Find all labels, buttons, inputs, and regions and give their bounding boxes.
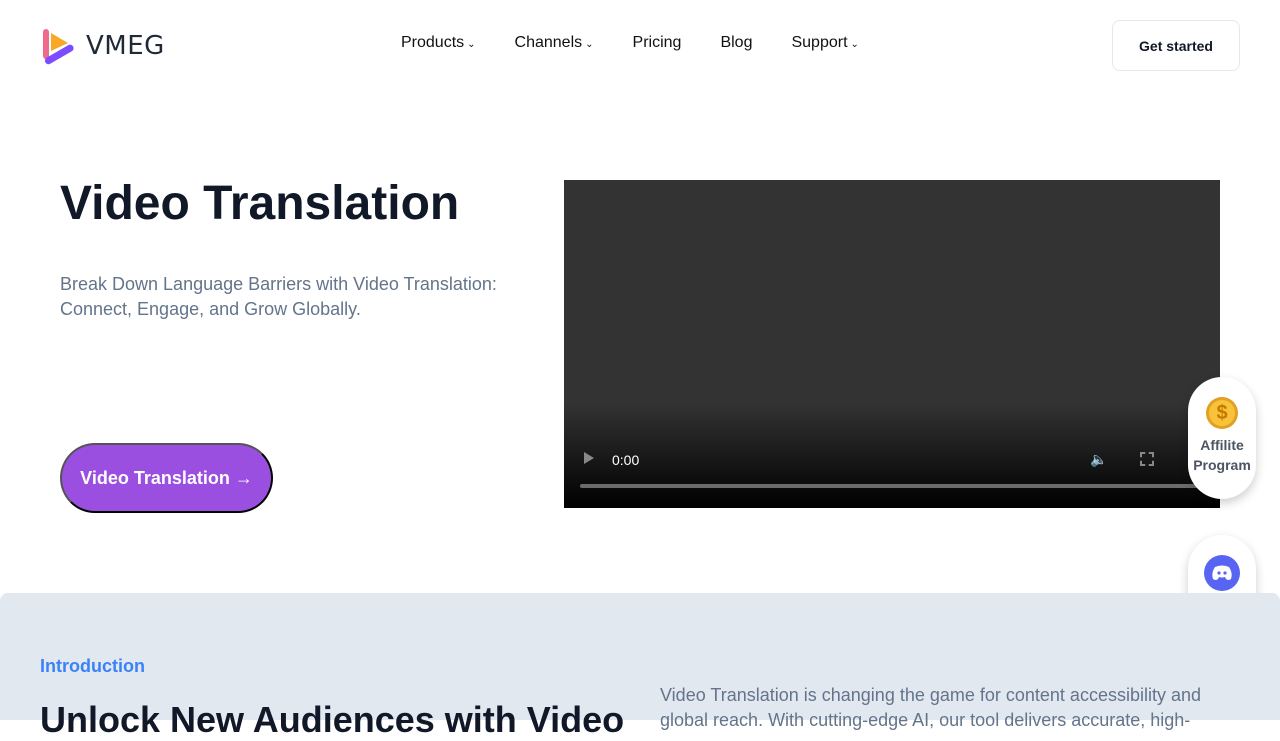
logo-text: VMEG <box>86 31 165 61</box>
affiliate-label: Affilite Program <box>1193 437 1251 473</box>
nav-support[interactable]: Support ⌄ <box>791 34 858 52</box>
video-player[interactable]: 0:00 🔈 <box>564 180 1220 508</box>
video-progress-bar[interactable] <box>580 484 1200 488</box>
main-nav: Products ⌄ Channels ⌄ Pricing Blog Support… <box>401 34 859 52</box>
section-title: Unlock New Audiences with Video <box>40 699 625 740</box>
vmeg-logo-icon <box>43 29 74 65</box>
affiliate-program-button[interactable]: $ Affilite Program <box>1188 377 1256 499</box>
section-label: Introduction <box>40 656 145 676</box>
nav-products[interactable]: Products ⌄ <box>401 34 476 52</box>
nav-label: Blog <box>720 34 753 51</box>
page-title: Video Translation <box>60 177 460 230</box>
nav-channels[interactable]: Channels ⌄ <box>515 34 594 52</box>
discord-icon <box>1204 555 1240 591</box>
video-translation-button[interactable]: Video Translation → <box>60 443 273 513</box>
coin-icon: $ <box>1206 397 1238 429</box>
hero-subtitle: Break Down Language Barriers with Video … <box>60 274 497 319</box>
section-text: Video Translation is changing the game f… <box>660 685 1201 730</box>
nav-blog[interactable]: Blog <box>720 34 752 52</box>
nav-pricing[interactable]: Pricing <box>633 34 682 52</box>
chevron-down-icon: ⌄ <box>585 39 594 50</box>
logo[interactable]: VMEG <box>40 27 165 65</box>
video-time: 0:00 <box>612 452 640 468</box>
volume-icon[interactable]: 🔈 <box>1090 451 1107 468</box>
nav-label: Support <box>791 34 848 51</box>
nav-label: Channels <box>514 34 583 51</box>
fullscreen-icon[interactable] <box>1140 452 1154 466</box>
play-icon[interactable] <box>584 452 594 464</box>
site-header: VMEG Products ⌄ Channels ⌄ Pricing Blog Su… <box>0 0 1280 90</box>
chevron-down-icon: ⌄ <box>850 39 859 50</box>
get-started-button[interactable]: Get started <box>1112 20 1240 71</box>
nav-label: Products <box>401 34 465 51</box>
nav-label: Pricing <box>632 34 682 51</box>
introduction-section: Introduction Unlock New Audiences with V… <box>0 593 1280 740</box>
chevron-down-icon: ⌄ <box>467 39 476 50</box>
